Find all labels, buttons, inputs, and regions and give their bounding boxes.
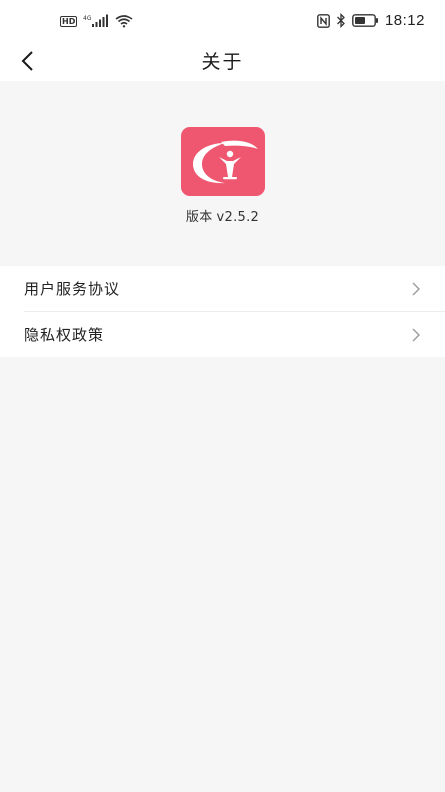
chevron-right-icon bbox=[412, 282, 420, 296]
page-title: 关于 bbox=[201, 51, 244, 73]
bluetooth-icon bbox=[336, 13, 345, 28]
status-bar: HD 4G 18:12 bbox=[0, 0, 445, 44]
status-bar-right: 18:12 bbox=[317, 12, 425, 29]
version-info: 版本 v2.5.2 bbox=[0, 206, 445, 225]
menu-item-user-agreement[interactable]: 用户服务协议 bbox=[0, 266, 445, 311]
status-time: 18:12 bbox=[384, 12, 425, 29]
menu-item-privacy-policy[interactable]: 隐私权政策 bbox=[0, 312, 445, 357]
network-type-label: 4G bbox=[83, 15, 92, 22]
battery-icon bbox=[352, 14, 378, 27]
menu-item-label: 用户服务协议 bbox=[24, 280, 121, 298]
version-label: 版本 bbox=[185, 210, 213, 225]
about-menu-list: 用户服务协议 隐私权政策 bbox=[0, 266, 445, 357]
menu-item-label: 隐私权政策 bbox=[24, 326, 105, 344]
nfc-icon bbox=[317, 13, 330, 28]
chevron-right-icon bbox=[412, 328, 420, 342]
signal-icon: 4G bbox=[83, 14, 109, 27]
hd-badge-icon: HD bbox=[60, 15, 78, 27]
navigation-header: 关于 bbox=[0, 44, 445, 81]
version-number: v2.5.2 bbox=[216, 210, 260, 225]
wifi-icon bbox=[115, 15, 133, 28]
app-logo-icon bbox=[181, 127, 265, 196]
about-app-section: 版本 v2.5.2 bbox=[0, 81, 445, 251]
status-bar-left: HD 4G bbox=[60, 14, 133, 28]
